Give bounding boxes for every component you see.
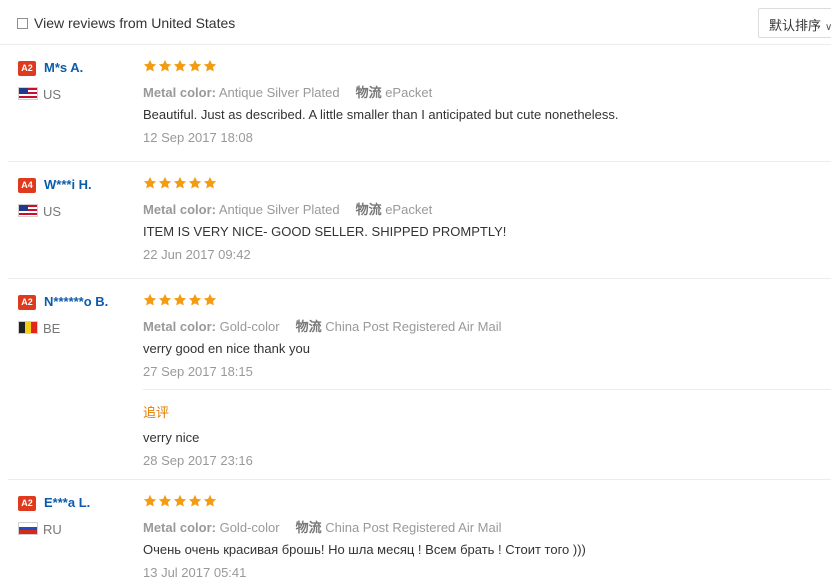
buyer-level-badge: A2 — [18, 295, 36, 310]
review-text: ITEM IS VERY NICE- GOOD SELLER. SHIPPED … — [143, 224, 507, 239]
reviewer-country: US — [43, 87, 62, 102]
sort-label: 默认排序 — [769, 18, 822, 33]
star-icon — [188, 176, 202, 190]
star-icon — [158, 494, 172, 508]
reviewer-name[interactable]: M*s A. — [44, 60, 83, 75]
star-icon — [173, 176, 187, 190]
star-icon — [143, 59, 157, 73]
us-reviews-filter[interactable]: View reviews from United States — [17, 15, 235, 31]
star-icon — [203, 293, 217, 307]
shipping-method: ePacket — [385, 202, 433, 217]
star-icon — [203, 176, 217, 190]
metal-color-value: Antique Silver Plated — [218, 85, 340, 100]
metal-color-value: Gold-color — [219, 520, 280, 535]
reviewer-name[interactable]: E***a L. — [44, 495, 90, 510]
rating-stars — [143, 176, 217, 190]
review-date: 13 Jul 2017 05:41 — [143, 565, 247, 580]
metal-color-value: Antique Silver Plated — [218, 202, 340, 217]
reviewer-country: RU — [43, 522, 62, 537]
review-toolbar: View reviews from United States 默认排序 ∨ — [0, 0, 831, 45]
review-divider — [8, 161, 831, 162]
us-flag-icon — [18, 87, 38, 100]
order-info: Metal color: Antique Silver Plated 物流 ePa… — [143, 199, 432, 218]
star-icon — [188, 293, 202, 307]
logistics-label: 物流 — [295, 319, 322, 334]
star-icon — [188, 494, 202, 508]
shipping-method: China Post Registered Air Mail — [325, 520, 502, 535]
review-date: 12 Sep 2017 18:08 — [143, 130, 253, 145]
reviewer-country: BE — [43, 321, 61, 336]
review-date: 22 Jun 2017 09:42 — [143, 247, 251, 262]
star-icon — [188, 59, 202, 73]
followup-date: 28 Sep 2017 23:16 — [143, 453, 253, 468]
buyer-level-badge: A2 — [18, 496, 36, 511]
metal-color-label: Metal color: — [143, 319, 216, 334]
shipping-method: China Post Registered Air Mail — [325, 319, 502, 334]
us-flag-icon — [18, 204, 38, 217]
logistics-label: 物流 — [295, 520, 322, 535]
us-reviews-label[interactable]: View reviews from United States — [34, 15, 235, 31]
buyer-level-badge: A4 — [18, 178, 36, 193]
rating-stars — [143, 59, 217, 73]
star-icon — [173, 293, 187, 307]
metal-color-label: Metal color: — [143, 202, 216, 217]
order-info: Metal color: Gold-color 物流 China Post Reg… — [143, 517, 502, 536]
ru-flag-icon — [18, 522, 38, 535]
review-text: Beautiful. Just as described. A little s… — [143, 107, 619, 122]
sort-dropdown[interactable]: 默认排序 ∨ — [758, 8, 831, 38]
star-icon — [173, 59, 187, 73]
star-icon — [203, 59, 217, 73]
star-icon — [143, 494, 157, 508]
metal-color-label: Metal color: — [143, 85, 216, 100]
star-icon — [203, 494, 217, 508]
metal-color-label: Metal color: — [143, 520, 216, 535]
buyer-level-badge: A2 — [18, 61, 36, 76]
metal-color-value: Gold-color — [219, 319, 280, 334]
star-icon — [173, 494, 187, 508]
be-flag-icon — [18, 321, 38, 334]
rating-stars — [143, 293, 217, 307]
followup-divider — [143, 389, 831, 390]
star-icon — [158, 293, 172, 307]
reviewer-name[interactable]: W***i H. — [44, 177, 92, 192]
order-info: Metal color: Gold-color 物流 China Post Reg… — [143, 316, 502, 335]
reviewer-country: US — [43, 204, 62, 219]
review-text: Очень очень красивая брошь! Но шла месяц… — [143, 542, 586, 557]
order-info: Metal color: Antique Silver Plated 物流 ePa… — [143, 82, 432, 101]
shipping-method: ePacket — [385, 85, 433, 100]
followup-label: 追评 — [143, 405, 170, 420]
review-text: verry good en nice thank you — [143, 341, 310, 356]
star-icon — [158, 176, 172, 190]
review-date: 27 Sep 2017 18:15 — [143, 364, 253, 379]
us-reviews-checkbox[interactable] — [17, 17, 28, 29]
followup-text: verry nice — [143, 430, 200, 445]
logistics-label: 物流 — [355, 202, 382, 217]
star-icon — [143, 293, 157, 307]
review-divider — [8, 278, 831, 279]
star-icon — [158, 59, 172, 73]
chevron-down-icon: ∨ — [825, 22, 831, 33]
rating-stars — [143, 494, 217, 508]
logistics-label: 物流 — [355, 85, 382, 100]
reviewer-name[interactable]: N******o B. — [44, 294, 108, 309]
review-divider — [8, 479, 831, 480]
star-icon — [143, 176, 157, 190]
